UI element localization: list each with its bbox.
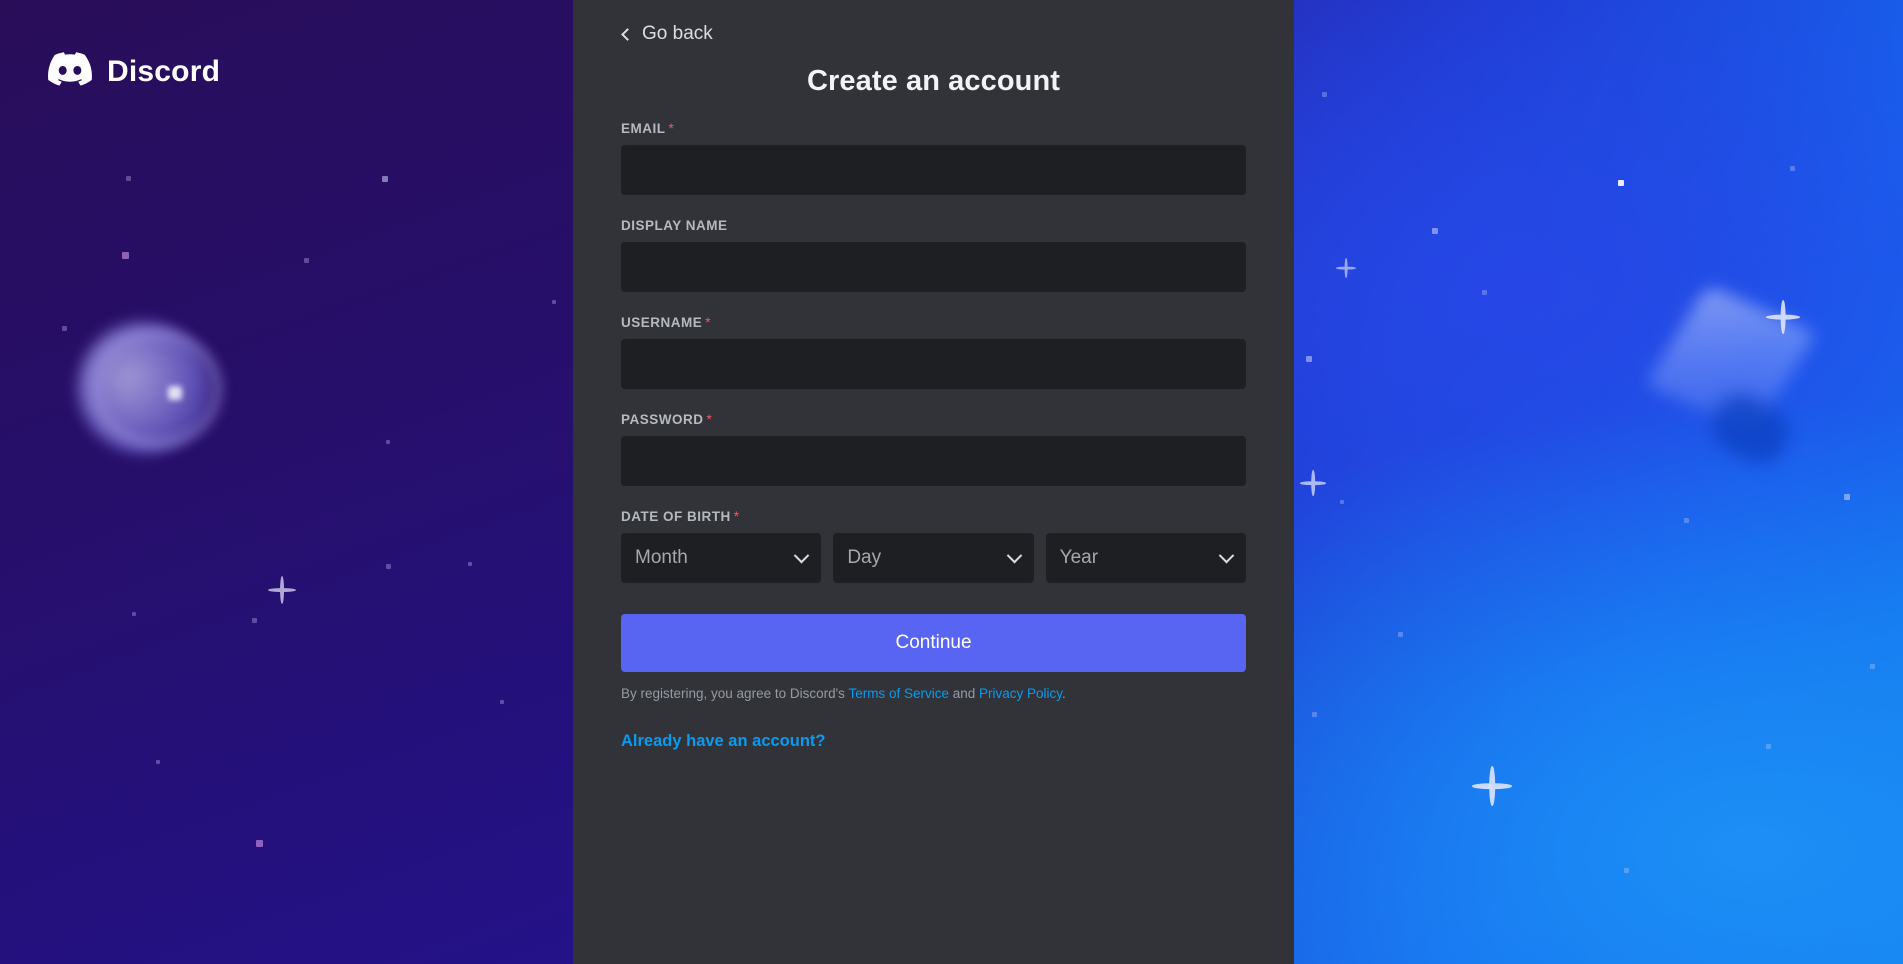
- year-select-value: Year: [1059, 547, 1099, 568]
- continue-button[interactable]: Continue: [621, 614, 1246, 672]
- display-name-label: DISPLAY NAME: [621, 218, 1246, 233]
- required-marker: *: [733, 509, 740, 524]
- date-of-birth-row: Month Day Year: [621, 533, 1246, 583]
- month-select[interactable]: Month: [621, 533, 822, 583]
- legal-conjunction: and: [948, 686, 979, 701]
- date-of-birth-label: DATE OF BIRTH *: [621, 509, 1246, 524]
- field-email: EMAIL *: [621, 121, 1246, 195]
- day-select[interactable]: Day: [833, 533, 1034, 583]
- chevron-down-icon: [1006, 547, 1022, 563]
- required-marker: *: [705, 315, 712, 330]
- email-label-text: EMAIL: [621, 121, 666, 136]
- year-select[interactable]: Year: [1045, 533, 1246, 583]
- username-label: USERNAME *: [621, 315, 1246, 330]
- legal-prefix: By registering, you agree to Discord's: [621, 686, 849, 701]
- required-marker: *: [668, 121, 675, 136]
- field-date-of-birth: DATE OF BIRTH * Month Day Year: [621, 509, 1246, 583]
- already-have-account-link[interactable]: Already have an account?: [621, 732, 826, 751]
- register-panel: Go back Create an account EMAIL * DISPLAY…: [573, 0, 1294, 964]
- chevron-left-icon: [621, 27, 634, 41]
- password-input[interactable]: [621, 436, 1246, 486]
- legal-suffix: .: [1062, 686, 1066, 701]
- chevron-down-icon: [1218, 547, 1235, 563]
- month-select-value: Month: [635, 547, 688, 568]
- legal-text: By registering, you agree to Discord's T…: [621, 685, 1246, 704]
- field-username: USERNAME *: [621, 315, 1246, 389]
- privacy-policy-link[interactable]: Privacy Policy: [979, 686, 1062, 701]
- password-label: PASSWORD *: [621, 412, 1246, 427]
- discord-clyde-icon: [48, 52, 92, 91]
- discord-logo: Discord: [48, 52, 220, 91]
- page-title: Create an account: [806, 65, 1061, 97]
- display-name-input[interactable]: [621, 242, 1246, 292]
- field-display-name: DISPLAY NAME: [621, 218, 1246, 292]
- required-marker: *: [706, 412, 713, 427]
- email-input[interactable]: [621, 145, 1246, 195]
- discord-wordmark: Discord: [107, 54, 221, 88]
- field-password: PASSWORD *: [621, 412, 1246, 486]
- username-label-text: USERNAME: [621, 315, 703, 330]
- display-name-label-text: DISPLAY NAME: [621, 218, 728, 233]
- background-left-tint: [0, 0, 648, 964]
- terms-of-service-link[interactable]: Terms of Service: [848, 686, 949, 701]
- date-of-birth-label-text: DATE OF BIRTH: [621, 509, 731, 524]
- chevron-down-icon: [794, 547, 810, 563]
- email-label: EMAIL *: [621, 121, 1246, 136]
- username-input[interactable]: [621, 339, 1246, 389]
- password-label-text: PASSWORD: [621, 412, 704, 427]
- go-back-button[interactable]: Go back: [621, 23, 713, 45]
- day-select-value: Day: [847, 547, 882, 568]
- planet-ring-decoration: [92, 330, 222, 448]
- go-back-label: Go back: [642, 23, 713, 44]
- planet-highlight-decoration: [168, 386, 182, 400]
